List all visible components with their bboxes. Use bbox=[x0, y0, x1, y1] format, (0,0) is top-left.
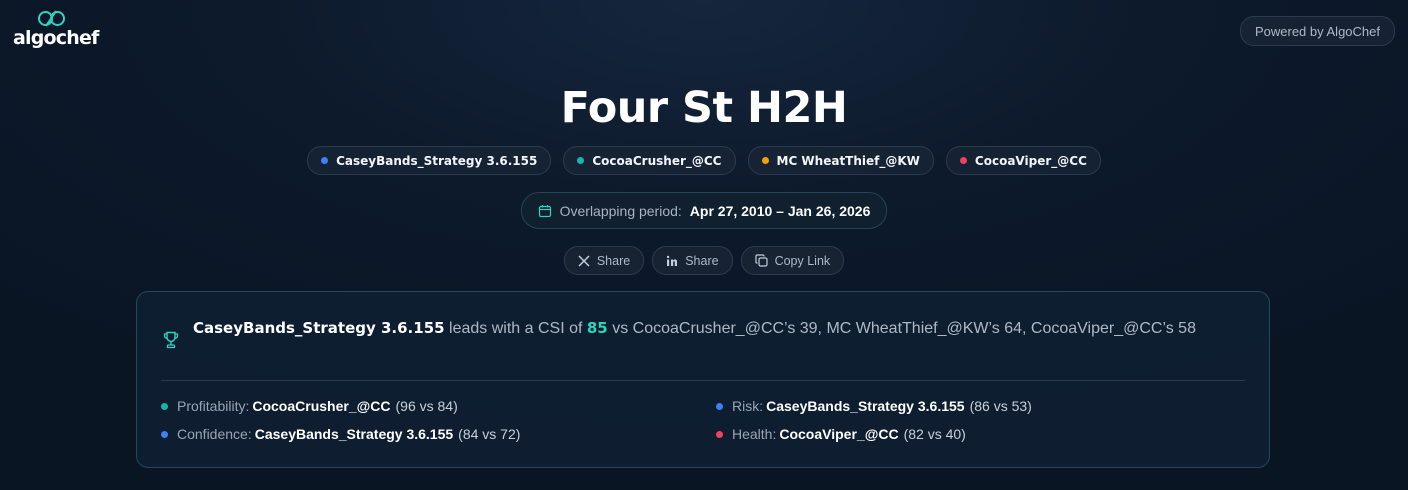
strategy-color-dot bbox=[577, 157, 585, 164]
strategy-color-dot bbox=[761, 157, 769, 164]
category-label: Health: bbox=[732, 426, 777, 442]
category-confidence: Confidence: CaseyBands_Strategy 3.6.155 … bbox=[161, 426, 520, 442]
period-row: Overlapping period: Apr 27, 2010 – Jan 2… bbox=[0, 192, 1408, 229]
category-winner: CaseyBands_Strategy 3.6.155 bbox=[254, 426, 454, 442]
category-winner: CaseyBands_Strategy 3.6.155 bbox=[766, 398, 965, 414]
strategy-chip-label: CaseyBands_Strategy 3.6.155 bbox=[336, 153, 538, 168]
leader-csi-value: 85 bbox=[586, 319, 608, 337]
strategy-chip[interactable]: CaseyBands_Strategy 3.6.155 bbox=[307, 146, 552, 175]
leader-name: CaseyBands_Strategy 3.6.155 bbox=[193, 319, 445, 337]
share-linkedin-label: Share bbox=[685, 253, 719, 268]
summary-divider bbox=[161, 380, 1245, 381]
strategy-chip-label: CocoaViper_@CC bbox=[974, 153, 1087, 168]
category-label: Confidence: bbox=[177, 426, 252, 442]
summary-headline: CaseyBands_Strategy 3.6.155 leads with a… bbox=[193, 317, 1253, 340]
strategy-color-dot bbox=[959, 157, 967, 164]
category-winner: CocoaViper_@CC bbox=[779, 426, 899, 442]
copy-link-label: Copy Link bbox=[774, 253, 831, 268]
category-color-dot bbox=[716, 402, 723, 410]
summary-text-before: leads with a CSI of bbox=[444, 320, 587, 337]
category-health: Health: CocoaViper_@CC (82 vs 40) bbox=[716, 426, 966, 442]
category-color-dot bbox=[161, 430, 168, 438]
share-x-button[interactable]: Share bbox=[563, 246, 645, 275]
strategy-chip-label: MC WheatThief_@KW bbox=[776, 153, 920, 168]
category-label: Risk: bbox=[732, 398, 764, 414]
category-scores: (86 vs 53) bbox=[969, 398, 1032, 414]
category-scores: (82 vs 40) bbox=[903, 426, 966, 442]
category-color-dot bbox=[716, 430, 723, 438]
strategy-chip[interactable]: CocoaCrusher_@CC bbox=[563, 146, 736, 175]
share-x-label: Share bbox=[596, 253, 631, 268]
category-scores: (84 vs 72) bbox=[458, 426, 521, 442]
page-title: Four St H2H bbox=[560, 83, 848, 133]
strategy-chips: CaseyBands_Strategy 3.6.155 CocoaCrusher… bbox=[0, 146, 1408, 175]
algochef-logo[interactable]: algochef bbox=[13, 10, 99, 48]
strategy-color-dot bbox=[321, 157, 329, 164]
category-winner: CocoaCrusher_@CC bbox=[252, 398, 391, 414]
strategy-chip[interactable]: CocoaViper_@CC bbox=[945, 146, 1101, 175]
trophy-icon bbox=[163, 331, 179, 349]
copy-link-button[interactable]: Copy Link bbox=[740, 246, 845, 275]
strategy-chip-label: CocoaCrusher_@CC bbox=[592, 153, 722, 168]
category-risk: Risk: CaseyBands_Strategy 3.6.155 (86 vs… bbox=[716, 398, 1032, 414]
share-buttons: Share Share Copy Link bbox=[0, 246, 1408, 275]
copy-icon bbox=[754, 254, 768, 267]
logo-mark-icon bbox=[38, 10, 65, 27]
logo-text: algochef bbox=[13, 27, 99, 49]
category-color-dot bbox=[161, 402, 168, 410]
category-profitability: Profitability: CocoaCrusher_@CC (96 vs 8… bbox=[161, 398, 458, 414]
summary-card: CaseyBands_Strategy 3.6.155 leads with a… bbox=[136, 291, 1270, 468]
period-label: Overlapping period: bbox=[559, 202, 682, 219]
x-icon bbox=[578, 254, 590, 267]
summary-text-after: vs CocoaCrusher_@CC’s 39, MC WheatThief_… bbox=[607, 320, 1196, 337]
powered-by-badge[interactable]: Powered by AlgoChef bbox=[1239, 16, 1395, 46]
linkedin-icon bbox=[667, 255, 678, 266]
category-label: Profitability: bbox=[177, 398, 250, 414]
share-linkedin-button[interactable]: Share bbox=[652, 246, 733, 275]
category-scores: (96 vs 84) bbox=[395, 398, 458, 414]
strategy-chip[interactable]: MC WheatThief_@KW bbox=[747, 146, 934, 175]
period-value: Apr 27, 2010 – Jan 26, 2026 bbox=[689, 202, 871, 219]
overlapping-period-badge: Overlapping period: Apr 27, 2010 – Jan 2… bbox=[520, 192, 888, 229]
calendar-icon bbox=[538, 204, 551, 217]
